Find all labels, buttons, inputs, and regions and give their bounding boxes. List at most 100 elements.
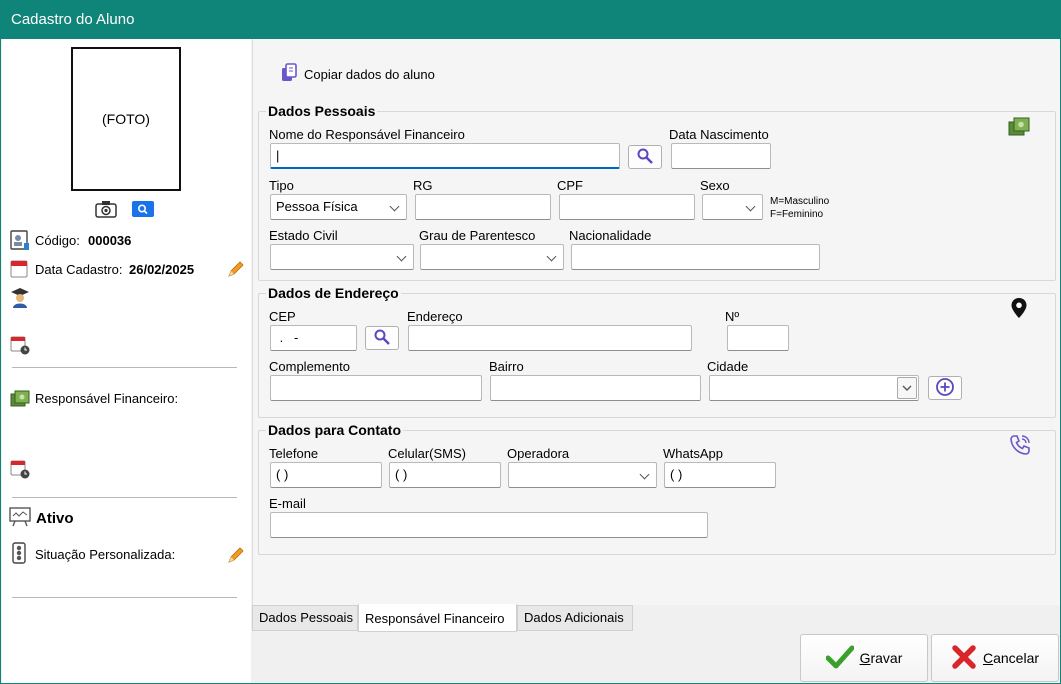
gravar-label: Gravar [860,650,903,666]
nacionalidade-label: Nacionalidade [569,228,652,243]
magnifier-icon [636,147,654,168]
nome-label: Nome do Responsável Financeiro [269,127,465,142]
window-title: Cadastro do Aluno [1,1,1060,39]
cancelar-button[interactable]: Cancelar [931,634,1059,682]
sexo-select[interactable] [702,194,763,220]
data-cadastro-value: 26/02/2025 [129,262,195,277]
tab-dados-pessoais[interactable]: Dados Pessoais [252,605,358,631]
money-icon [10,389,30,412]
sexo-label: Sexo [700,178,730,193]
phone-icon [1009,434,1031,459]
search-photo-icon[interactable] [132,201,154,220]
cidade-dropdown-button[interactable] [897,377,917,399]
copy-data-label: Copiar dados do aluno [304,67,435,82]
operadora-select[interactable] [508,462,657,488]
plus-circle-icon [935,377,955,400]
id-card-icon [10,229,30,254]
copy-icon [280,63,298,86]
whatsapp-label: WhatsApp [663,446,723,461]
search-cep-button[interactable] [365,326,399,350]
search-responsavel-button[interactable] [628,145,662,169]
cidade-label: Cidade [707,359,749,374]
bairro-input[interactable] [490,375,701,401]
status-board-icon [9,507,31,530]
telefone-input[interactable]: ( ) [270,462,382,488]
nome-input[interactable]: | [270,143,620,169]
tab-dados-adicionais[interactable]: Dados Adicionais [517,605,633,631]
data-cadastro-label: Data Cadastro: [35,262,123,277]
check-icon [825,645,855,672]
photo-box[interactable]: (FOTO) [71,47,181,191]
tab-responsavel-financeiro[interactable]: Responsável Financeiro [358,604,517,632]
dados-pessoais-title: Dados Pessoais [266,103,378,119]
camera-icon[interactable] [95,200,117,221]
endereco-title: Dados de Endereço [266,285,401,301]
whatsapp-input[interactable]: ( ) [664,462,776,488]
rg-input[interactable] [415,194,551,220]
estado-civil-select[interactable] [270,244,414,270]
data-nascimento-label: Data Nascimento [669,127,769,142]
cpf-label: CPF [557,178,583,193]
left-separator-1 [12,367,237,368]
celular-label: Celular(SMS) [388,446,467,461]
calendar-clock-icon-2 [10,459,30,482]
complemento-input[interactable] [270,375,482,401]
grau-parentesco-select[interactable] [420,244,564,270]
sexo-hint-m: M=Masculino [770,196,830,207]
numero-label: Nº [725,309,740,324]
copy-data-button[interactable]: Copiar dados do aluno [280,63,435,86]
main-panel: Copiar dados do aluno Dados Pessoais Nom… [252,39,1060,605]
operadora-label: Operadora [507,446,570,461]
cidade-select[interactable] [709,375,919,401]
magnifier-icon [373,328,391,349]
left-separator-2 [12,497,237,498]
cancelar-mnemonic: C [982,650,994,666]
data-nascimento-input[interactable] [671,143,771,169]
status-value: Ativo [36,510,74,527]
telefone-label: Telefone [269,446,319,461]
add-cidade-button[interactable] [928,376,962,400]
calendar-clock-icon [10,335,30,358]
cpf-input[interactable] [559,194,695,220]
left-separator-3 [12,597,237,598]
calendar-icon [10,259,28,281]
email-input[interactable] [270,512,708,538]
codigo-value: 000036 [88,233,132,248]
nacionalidade-input[interactable] [571,244,820,270]
rg-label: RG [413,178,433,193]
graduate-icon [10,287,30,312]
cancelar-label-rest: ancelar [993,650,1040,666]
email-label: E-mail [269,496,306,511]
photo-placeholder: (FOTO) [102,111,150,127]
traffic-light-icon [10,542,28,567]
grau-parentesco-label: Grau de Parentesco [419,228,536,243]
x-icon [951,644,977,673]
codigo-label: Código: [35,233,80,248]
complemento-label: Complemento [269,359,350,374]
endereco-input[interactable] [408,325,692,351]
edit-situacao-pencil-icon[interactable] [227,546,245,567]
tipo-select[interactable]: Pessoa Física [270,194,407,220]
responsavel-label: Responsável Financeiro: [35,391,179,406]
cep-label: CEP [269,309,296,324]
left-panel: (FOTO) Código: 000036 Data Cadastro: 26/… [2,39,251,683]
numero-input[interactable] [727,325,789,351]
location-pin-icon [1010,297,1028,322]
sexo-hint-f: F=Feminino [770,209,824,220]
edit-date-pencil-icon[interactable] [227,260,245,281]
tipo-label: Tipo [269,178,294,193]
responsavel-money-icon [1008,116,1030,141]
cancelar-label: Cancelar [983,650,1039,666]
estado-civil-label: Estado Civil [269,228,338,243]
gravar-mnemonic: G [859,650,871,666]
celular-input[interactable]: ( ) [389,462,501,488]
contato-title: Dados para Contato [266,422,404,438]
endereco-label: Endereço [407,309,463,324]
bairro-label: Bairro [489,359,524,374]
tipo-value: Pessoa Física [276,199,358,214]
cadastro-window: Cadastro do Aluno (FOTO) Código: 000036 … [0,0,1061,684]
situacao-label: Situação Personalizada: [35,547,176,562]
cep-input[interactable]: . - [270,325,357,351]
gravar-label-rest: ravar [870,650,903,666]
gravar-button[interactable]: Gravar [800,634,928,682]
